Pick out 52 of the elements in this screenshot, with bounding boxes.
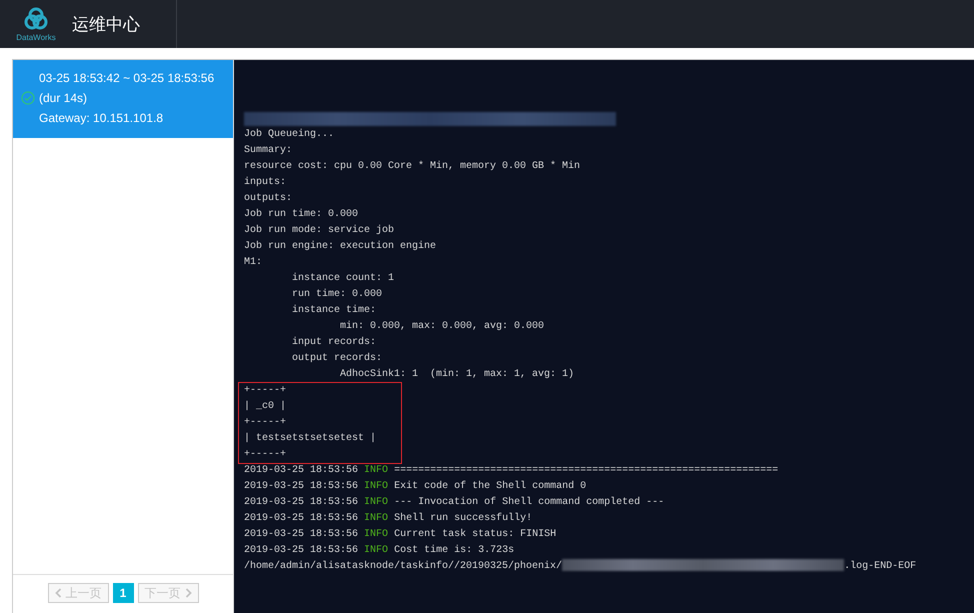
- app-title: 运维中心: [72, 14, 140, 36]
- chevron-right-icon: [184, 588, 192, 598]
- log-line: run time: 0.000: [291, 288, 384, 302]
- run-time-range: 03-25 18:53:42 ~ 03-25 18:53:56: [39, 70, 214, 87]
- log-level: INFO: [364, 544, 388, 558]
- log-line: +-----+: [244, 416, 288, 430]
- log-timestamp: 2019-03-25 18:53:56: [244, 496, 360, 510]
- log-timestamp: 2019-03-25 18:53:56: [244, 480, 360, 494]
- log-level: INFO: [364, 512, 388, 526]
- log-line: | testsetstsetsetest |: [244, 432, 378, 446]
- log-line: Summary:: [244, 144, 294, 158]
- brand-name: DataWorks: [16, 33, 56, 42]
- chevron-left-icon: [54, 588, 62, 598]
- log-line: min: 0.000, max: 0.000, avg: 0.000: [339, 320, 546, 334]
- log-level: INFO: [364, 528, 388, 542]
- log-message: Cost time is: 3.723s: [393, 544, 514, 558]
- log-timestamp: 2019-03-25 18:53:56: [244, 464, 360, 478]
- log-line: Job run time: 0.000: [244, 208, 360, 222]
- log-line: input records:: [291, 336, 378, 350]
- run-duration: (dur 14s): [39, 90, 88, 107]
- log-line: resource cost: cpu 0.00 Core * Min, memory 0.00 GB * Min: [244, 160, 582, 174]
- log-line: Job Queueing...: [244, 128, 336, 142]
- log-timestamp: 2019-03-25 18:53:56: [244, 528, 360, 542]
- log-level: INFO: [364, 496, 388, 510]
- log-line: instance time:: [291, 304, 378, 318]
- log-timestamp: 2019-03-25 18:53:56: [244, 544, 360, 558]
- run-list-item[interactable]: 03-25 18:53:42 ~ 03-25 18:53:56 (dur 14s) Gateway: 10.151.101.8: [13, 60, 233, 138]
- log-line: | _c0 |: [244, 400, 288, 414]
- log-line: M1:: [244, 256, 264, 270]
- log-level: INFO: [364, 464, 388, 478]
- log-message: Shell run successfully!: [393, 512, 532, 526]
- check-circle-icon: [21, 91, 35, 105]
- page-button[interactable]: 1: [112, 583, 134, 603]
- log-line: Job run mode: service job: [244, 224, 396, 238]
- log-line: +-----+: [244, 384, 288, 398]
- log-line: inputs:: [244, 176, 288, 190]
- logo-icon: [23, 6, 49, 32]
- log-path: .log-END-EOF: [844, 560, 916, 574]
- log-level: INFO: [364, 480, 388, 494]
- log-line: output records:: [291, 352, 384, 366]
- log-message: --- Invocation of Shell command completed ---: [393, 496, 664, 510]
- log-message: ================================================================: [393, 464, 778, 478]
- run-gateway: Gateway: 10.151.101.8: [39, 110, 164, 127]
- log-line: AdhocSink1: 1 (min: 1, max: 1, avg: 1): [339, 368, 576, 382]
- log-path: /home/admin/alisatasknode/taskinfo//20190325/phoenix/: [244, 560, 562, 574]
- log-line: instance count: 1: [291, 272, 396, 286]
- log-line: Job run engine: execution engine: [244, 240, 438, 254]
- log-message: Current task status: FINISH: [393, 528, 556, 542]
- log-line: +-----+: [244, 448, 288, 462]
- log-timestamp: 2019-03-25 18:53:56: [244, 512, 360, 526]
- log-line: outputs:: [244, 192, 294, 206]
- log-message: Exit code of the Shell command 0: [393, 480, 586, 494]
